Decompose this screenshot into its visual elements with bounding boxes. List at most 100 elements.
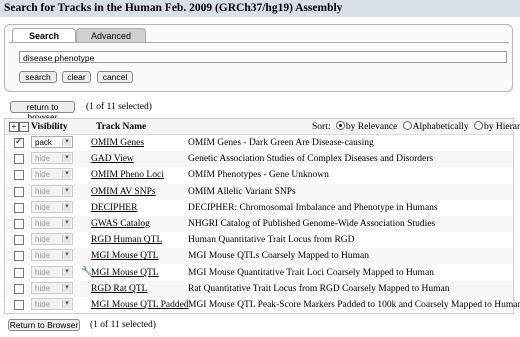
uncheck-all-button[interactable]: − [19, 122, 29, 132]
visibility-select[interactable]: hide ▾ [31, 200, 73, 213]
track-description: DECIPHER: Chromosomal Imbalance and Phen… [188, 202, 438, 213]
row-checkbox[interactable] [14, 170, 24, 181]
check-all-button[interactable]: + [9, 122, 19, 132]
track-description: Genetic Association Studies of Complex D… [188, 154, 434, 165]
visibility-value: hide [35, 186, 51, 196]
chevron-down-icon: ▾ [62, 251, 71, 260]
table-row: hide ▾ MGI Mouse QTL Padded MGI Mouse QTL P… [5, 297, 520, 313]
visibility-value: hide [35, 154, 51, 164]
track-name-link[interactable]: OMIM Pheno Loci [91, 169, 164, 181]
chevron-down-icon: ▾ [62, 138, 71, 146]
search-button[interactable]: search [19, 71, 57, 83]
row-checkbox[interactable] [14, 251, 24, 262]
page-title: Search for Tracks in the Human Feb. 2009… [0, 0, 520, 17]
track-name-link[interactable]: GAD View [91, 153, 134, 165]
table-row: hide ▾ OMIM AV SNPs OMIM Allelic Variant SN… [5, 183, 513, 200]
sort-options: Sort: by Relevance Alphabetically by Hie… [312, 121, 520, 133]
chevron-down-icon: ▾ [62, 170, 71, 179]
tab-advanced[interactable]: Advanced [76, 28, 146, 42]
sort-label: Sort: [312, 122, 331, 132]
chevron-down-icon: ▾ [62, 186, 71, 195]
visibility-value: hide [35, 251, 51, 261]
track-name-link[interactable]: RGD Rat QTL [91, 283, 147, 295]
visibility-header: Visibility [31, 122, 68, 132]
visibility-value: hide [35, 283, 51, 293]
tab-divider [9, 42, 509, 43]
clear-button[interactable]: clear [62, 71, 91, 83]
cancel-button[interactable]: cancel [97, 71, 133, 83]
visibility-select[interactable]: hide ▾ [31, 184, 73, 197]
chevron-down-icon: ▾ [62, 219, 71, 227]
visibility-value: hide [35, 235, 51, 245]
track-name-link[interactable]: RGD Human QTL [91, 234, 162, 246]
row-checkbox[interactable] [14, 267, 24, 278]
sort-alpha-radio[interactable] [402, 121, 412, 130]
table-row: hide ▾ MGI Mouse QTL MGI Mouse QTLs Coarsel… [5, 248, 513, 265]
sort-alpha-label: Alphabetically [412, 122, 469, 132]
chevron-down-icon: ▾ [62, 267, 71, 276]
track-description: OMIM Genes - Dark Green Are Disease-caus… [188, 138, 374, 148]
row-checkbox[interactable] [14, 300, 24, 310]
chevron-down-icon: ▾ [62, 154, 71, 163]
row-checkbox[interactable] [14, 235, 24, 246]
track-name-link[interactable]: MGI Mouse QTL [91, 267, 159, 279]
visibility-select[interactable]: hide ▾ [31, 265, 73, 278]
track-description: Human Quantitative Trait Locus from RGD [188, 235, 355, 246]
selection-count: (1 of 11 selected) [86, 102, 152, 112]
row-checkbox[interactable] [14, 283, 24, 294]
sort-hierarchy-radio[interactable] [473, 121, 483, 130]
table-row: hide ▾ RGD Rat QTL Rat Quantitative Trait L… [5, 280, 513, 297]
track-name-link[interactable]: OMIM AV SNPs [91, 186, 156, 198]
track-name-link[interactable]: MGI Mouse QTL [91, 250, 159, 262]
row-checkbox[interactable] [14, 137, 24, 148]
track-name-link[interactable]: OMIM Genes [91, 137, 144, 149]
track-name-link[interactable]: MGI Mouse QTL Padded [91, 299, 189, 311]
row-checkbox[interactable] [14, 186, 24, 197]
search-panel: Search Advanced disease phenotype search… [4, 24, 513, 92]
table-row: hide ▾ OMIM Pheno Loci OMIM Phenotypes - Ge… [5, 167, 513, 183]
return-to-browser-bottom-button[interactable]: Return to Browser [8, 319, 80, 331]
search-input[interactable]: disease phenotype [19, 51, 507, 63]
chevron-down-icon: ▾ [62, 235, 71, 244]
visibility-value: hide [35, 202, 51, 212]
results-table: + − Visibility Track Name Sort: by Relev… [4, 118, 520, 314]
track-name-link[interactable]: GWAS Catalog [91, 218, 150, 230]
selection-count-bottom: (1 of 11 selected) [90, 320, 156, 330]
visibility-value: pack [35, 138, 52, 147]
track-name-link[interactable]: DECIPHER [91, 202, 137, 214]
visibility-select[interactable]: hide ▾ [31, 217, 73, 229]
table-row: hide ▾ GAD View Genetic Association Studies… [5, 151, 513, 168]
visibility-select[interactable]: hide ▾ [31, 249, 73, 262]
chevron-down-icon: ▾ [62, 283, 71, 292]
visibility-select[interactable]: hide ▾ [31, 152, 73, 165]
sort-relevance-label: by Relevance [345, 122, 398, 132]
row-checkbox[interactable] [14, 154, 24, 165]
chevron-down-icon: ▾ [62, 300, 71, 308]
table-row: pack ▾ OMIM Genes OMIM Genes - Dark Green A… [5, 135, 513, 151]
return-to-browser-button[interactable]: return to browser [10, 101, 75, 122]
sort-hierarchy-label: by Hierarchy [483, 122, 520, 132]
results-header: + − Visibility Track Name Sort: by Relev… [5, 119, 520, 135]
track-description: MGI Mouse Quantitative Trait Loci Coarse… [188, 267, 434, 278]
table-row: hide ▾ DECIPHER DECIPHER: Chromosomal Imbal… [5, 200, 513, 216]
row-checkbox[interactable] [14, 219, 24, 229]
row-checkbox[interactable] [14, 202, 24, 213]
visibility-select[interactable]: hide ▾ [31, 298, 73, 310]
visibility-value: hide [35, 300, 51, 309]
table-row: hide ▾ RGD Human QTL Human Quantitative Tra… [5, 232, 513, 248]
visibility-select[interactable]: hide ▾ [31, 233, 73, 246]
table-row: hide ▾ 🔧 MGI Mouse QTL MGI Mouse Quantitativ… [5, 265, 513, 281]
visibility-select[interactable]: hide ▾ [31, 168, 73, 181]
track-description: NHGRI Catalog of Published Genome-Wide A… [188, 219, 436, 229]
track-description: OMIM Allelic Variant SNPs [188, 186, 296, 197]
track-description: MGI Mouse QTL Peak-Score Markers Padded … [188, 300, 520, 310]
sort-relevance-radio[interactable] [335, 121, 345, 130]
tab-search[interactable]: Search [12, 28, 76, 42]
table-row: hide ▾ GWAS Catalog NHGRI Catalog of Publis… [5, 216, 513, 232]
visibility-value: hide [35, 267, 51, 277]
visibility-select[interactable]: hide ▾ [31, 281, 73, 294]
track-description: Rat Quantitative Trait Locus from RGD Co… [188, 283, 450, 294]
track-description: MGI Mouse QTLs Coarsely Mapped to Human [188, 251, 370, 262]
visibility-value: hide [35, 170, 51, 180]
visibility-select[interactable]: pack ▾ [31, 136, 73, 148]
